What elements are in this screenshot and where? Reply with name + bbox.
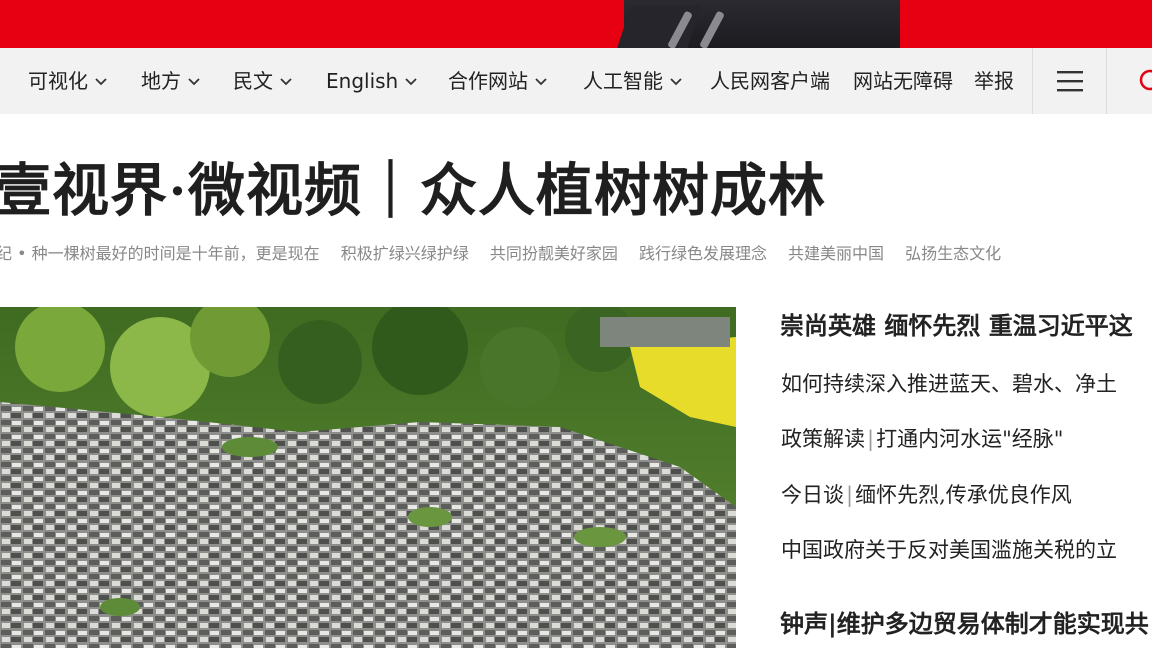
nav-item-client-app[interactable]: 人民网客户端: [710, 48, 830, 114]
chevron-down-icon: [95, 78, 107, 86]
banner-person-image: [617, 0, 900, 48]
separator-bar: |: [846, 483, 854, 507]
side-news-text: 打通内河水运"经脉": [876, 427, 1064, 451]
chevron-down-icon: [405, 78, 417, 86]
nav-item-label: 地方: [141, 69, 181, 93]
subtitle-tag[interactable]: 共建美丽中国: [788, 244, 884, 263]
side-news-prefix: 今日谈: [781, 483, 844, 507]
side-news-text: 如何持续深入推进蓝天、碧水、净土: [781, 372, 1117, 396]
subtitle-tags: 纪 • 种一棵树最好的时间是十年前，更是现在 积极扩绿兴绿护绿 共同扮靓美好家园…: [0, 240, 1017, 268]
nav-item-label: 合作网站: [448, 69, 528, 93]
subtitle-tag[interactable]: 纪 • 种一棵树最好的时间是十年前，更是现在: [0, 244, 320, 263]
search-button[interactable]: [1108, 48, 1152, 114]
chevron-down-icon: [280, 78, 292, 86]
nav-item-label: 网站无障碍: [853, 69, 953, 93]
side-news-link[interactable]: 政策解读|打通内河水运"经脉": [781, 423, 1063, 455]
nav-item-partner-sites[interactable]: 合作网站: [448, 48, 548, 114]
chevron-down-icon: [188, 78, 200, 86]
nav-item-label: 人工智能: [583, 69, 663, 93]
side-headline[interactable]: 钟声|维护多边贸易体制才能实现共: [780, 606, 1149, 642]
nav-item-minority-languages[interactable]: 民文: [233, 48, 293, 114]
subtitle-tag[interactable]: 弘扬生态文化: [905, 244, 1001, 263]
separator-bar: |: [867, 427, 875, 451]
nav-item-label: 人民网客户端: [710, 69, 830, 93]
subtitle-tag[interactable]: 积极扩绿兴绿护绿: [341, 244, 469, 263]
subtitle-tag[interactable]: 共同扮靓美好家园: [490, 244, 618, 263]
nav-divider: [1032, 48, 1033, 114]
nav-item-label: 可视化: [28, 69, 88, 93]
side-news-prefix: 政策解读: [781, 427, 865, 451]
top-banner[interactable]: [0, 0, 1152, 48]
side-news-link[interactable]: 如何持续深入推进蓝天、碧水、净土: [781, 368, 1117, 400]
nav-item-label: English: [326, 69, 399, 93]
nav-item-english[interactable]: English: [326, 48, 418, 114]
hamburger-menu-icon: [1057, 71, 1083, 92]
side-news-text: 中国政府关于反对美国滥施关税的立: [781, 538, 1117, 562]
main-navbar: 可视化 地方 民文 English 合作网站 人工智能 人民网客户端 网站无障碍…: [0, 48, 1152, 114]
chevron-down-icon: [535, 78, 547, 86]
menu-button[interactable]: [1034, 48, 1106, 114]
side-news-text: 缅怀先烈,传承优良作风: [855, 483, 1072, 507]
subtitle-tag[interactable]: 践行绿色发展理念: [639, 244, 767, 263]
side-news-link[interactable]: 今日谈|缅怀先烈,传承优良作风: [781, 479, 1072, 511]
chevron-down-icon: [670, 78, 682, 86]
hero-image[interactable]: [0, 307, 736, 648]
search-icon: [1139, 69, 1152, 91]
microphone-icon: [699, 10, 725, 48]
side-headline[interactable]: 崇尚英雄 缅怀先烈 重温习近平这: [780, 308, 1133, 344]
nav-item-label: 举报: [974, 69, 1014, 93]
nav-item-label: 民文: [233, 69, 273, 93]
nav-divider: [1106, 48, 1107, 114]
village-aerial-photo: [0, 307, 736, 648]
nav-item-ai[interactable]: 人工智能: [583, 48, 683, 114]
nav-item-accessibility[interactable]: 网站无障碍: [853, 48, 953, 114]
nav-item-local[interactable]: 地方: [141, 48, 201, 114]
side-news-link[interactable]: 中国政府关于反对美国滥施关税的立: [781, 534, 1117, 566]
nav-item-report[interactable]: 举报: [974, 48, 1014, 114]
nav-item-visualization[interactable]: 可视化: [28, 48, 108, 114]
article-headline[interactable]: 壹视界·微视频｜众人植树树成林: [0, 156, 826, 228]
